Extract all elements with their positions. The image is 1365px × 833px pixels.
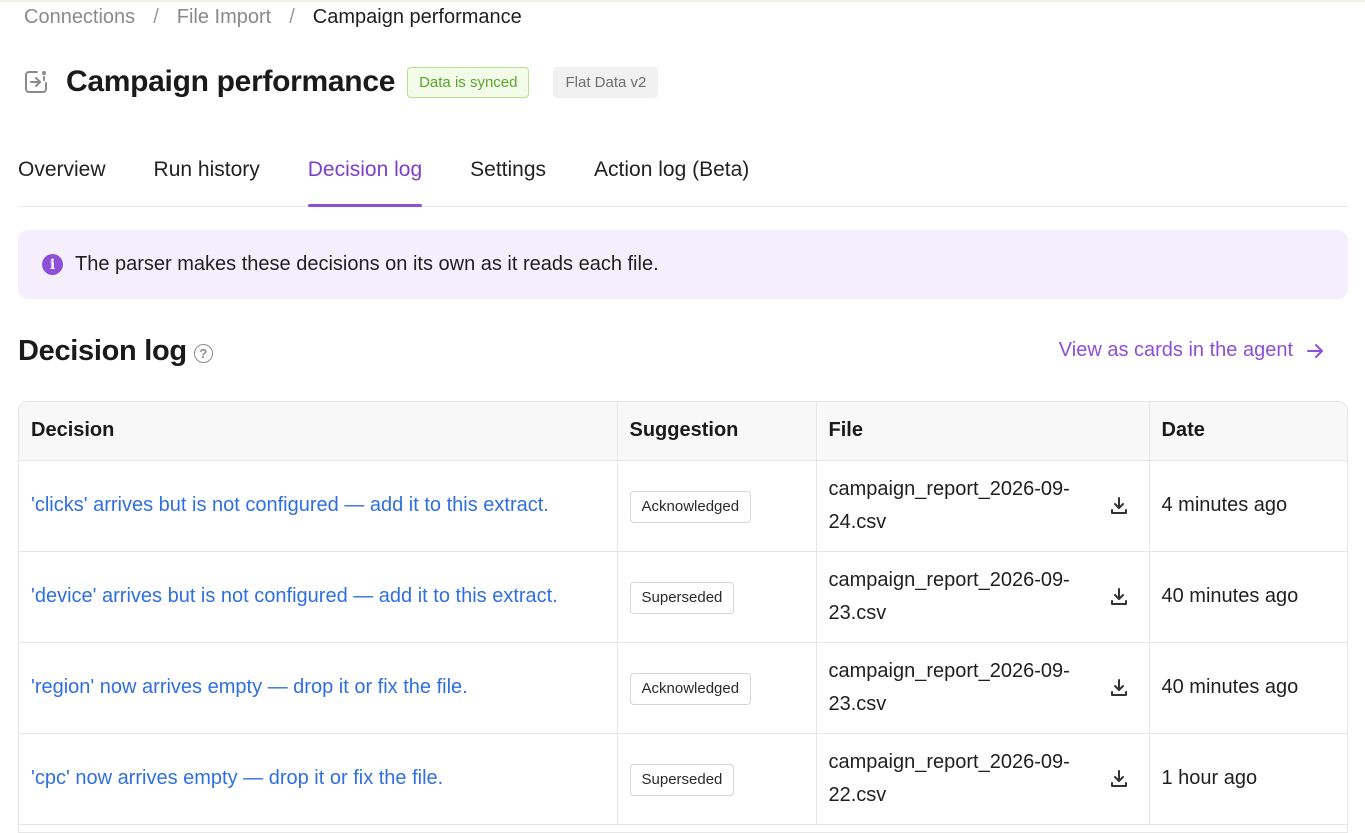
file-name: campaign_report_2026-09-23.csv: [828, 659, 1070, 715]
decision-cell: 'device' arrives but is not configured —…: [19, 551, 618, 643]
view-as-cards-link[interactable]: View as cards in the agent: [1059, 339, 1325, 362]
table-row: 'cpc' now arrives empty — drop it or fix…: [19, 733, 1347, 825]
breadcrumb-connections[interactable]: Connections: [24, 6, 135, 29]
suggestion-cell: Superseded: [617, 733, 817, 825]
file-name: campaign_report_2026-09-22.csv: [828, 750, 1070, 806]
arrow-right-icon: [1305, 341, 1325, 361]
suggestion-cell: Acknowledged: [617, 642, 817, 734]
table-header-row: Decision Suggestion File Date: [19, 402, 1347, 461]
file-name: campaign_report_2026-09-24.csv: [828, 477, 1070, 533]
suggestion-badge: Superseded: [629, 581, 735, 614]
title-row: Campaign performance Data is synced Flat…: [20, 62, 659, 102]
file-cell: campaign_report_2026-09-22.csv: [816, 733, 1150, 825]
column-header-suggestion[interactable]: Suggestion: [617, 402, 817, 461]
column-header-date[interactable]: Date: [1149, 402, 1347, 461]
breadcrumb-file-import[interactable]: File Import: [177, 6, 271, 29]
tab-action-log[interactable]: Action log (Beta): [594, 140, 749, 206]
file-name: campaign_report_2026-09-23.csv: [828, 568, 1070, 624]
page-title: Campaign performance: [66, 65, 396, 98]
suggestion-badge: Acknowledged: [629, 490, 752, 523]
section-header: Decision log ?: [18, 335, 213, 368]
file-cell: campaign_report_2026-09-23.csv: [816, 551, 1150, 643]
date-cell: 1 hour ago: [1149, 733, 1347, 825]
decision-link[interactable]: 'region' now arrives empty — drop it or …: [31, 676, 468, 698]
download-icon[interactable]: [1109, 678, 1129, 698]
date-cell: 40 minutes ago: [1149, 551, 1347, 643]
info-banner-text: The parser makes these decisions on its …: [75, 253, 659, 275]
date-cell: 4 minutes ago: [1149, 460, 1347, 552]
table-row: 'device' arrives but is not configured —…: [19, 551, 1347, 643]
date-cell: 40 minutes ago: [1149, 642, 1347, 734]
decision-cell: 'clicks' arrives but is not configured —…: [19, 460, 618, 552]
tab-bar: Overview Run history Decision log Settin…: [18, 140, 1348, 207]
breadcrumb-separator: /: [153, 6, 159, 28]
date-text: 1 hour ago: [1161, 767, 1258, 789]
tab-run-history[interactable]: Run history: [154, 140, 260, 206]
version-badge: Flat Data v2: [553, 66, 659, 98]
table-row: 'region' now arrives empty — drop it or …: [19, 642, 1347, 734]
decision-link[interactable]: 'cpc' now arrives empty — drop it or fix…: [31, 767, 443, 789]
breadcrumb-separator: /: [289, 6, 295, 28]
tab-decision-log[interactable]: Decision log: [307, 140, 423, 207]
info-icon: i: [42, 254, 63, 275]
top-border: [0, 0, 1365, 2]
download-icon[interactable]: [1109, 496, 1129, 516]
decision-link[interactable]: 'clicks' arrives but is not configured —…: [31, 494, 549, 516]
section-title: Decision log: [18, 335, 187, 367]
download-icon[interactable]: [1109, 769, 1129, 789]
info-banner: i The parser makes these decisions on it…: [18, 230, 1348, 299]
view-as-cards-label: View as cards in the agent: [1058, 339, 1293, 361]
column-header-file[interactable]: File: [816, 402, 1150, 461]
breadcrumb: Connections / File Import / Campaign per…: [24, 6, 522, 29]
decision-link[interactable]: 'device' arrives but is not configured —…: [31, 585, 558, 607]
suggestion-badge: Acknowledged: [629, 672, 752, 705]
date-text: 40 minutes ago: [1161, 676, 1299, 698]
file-import-icon: [20, 66, 52, 98]
tab-settings[interactable]: Settings: [470, 140, 546, 206]
suggestion-cell: Acknowledged: [617, 460, 817, 552]
status-badge: Data is synced: [407, 66, 530, 98]
help-icon[interactable]: ?: [193, 344, 213, 363]
column-header-decision[interactable]: Decision: [19, 402, 618, 461]
decision-table: Decision Suggestion File Date 'clicks' a…: [18, 401, 1348, 833]
tab-overview[interactable]: Overview: [18, 140, 106, 206]
decision-cell: 'cpc' now arrives empty — drop it or fix…: [19, 733, 618, 825]
suggestion-badge: Superseded: [629, 763, 735, 796]
breadcrumb-current: Campaign performance: [312, 6, 522, 28]
table-row: 'clicks' arrives but is not configured —…: [19, 460, 1347, 552]
decision-cell: 'region' now arrives empty — drop it or …: [19, 642, 618, 734]
date-text: 4 minutes ago: [1161, 494, 1288, 516]
download-icon[interactable]: [1109, 587, 1129, 607]
date-text: 40 minutes ago: [1161, 585, 1299, 607]
file-cell: campaign_report_2026-09-24.csv: [816, 460, 1150, 552]
suggestion-cell: Superseded: [617, 551, 817, 643]
file-cell: campaign_report_2026-09-23.csv: [816, 642, 1150, 734]
